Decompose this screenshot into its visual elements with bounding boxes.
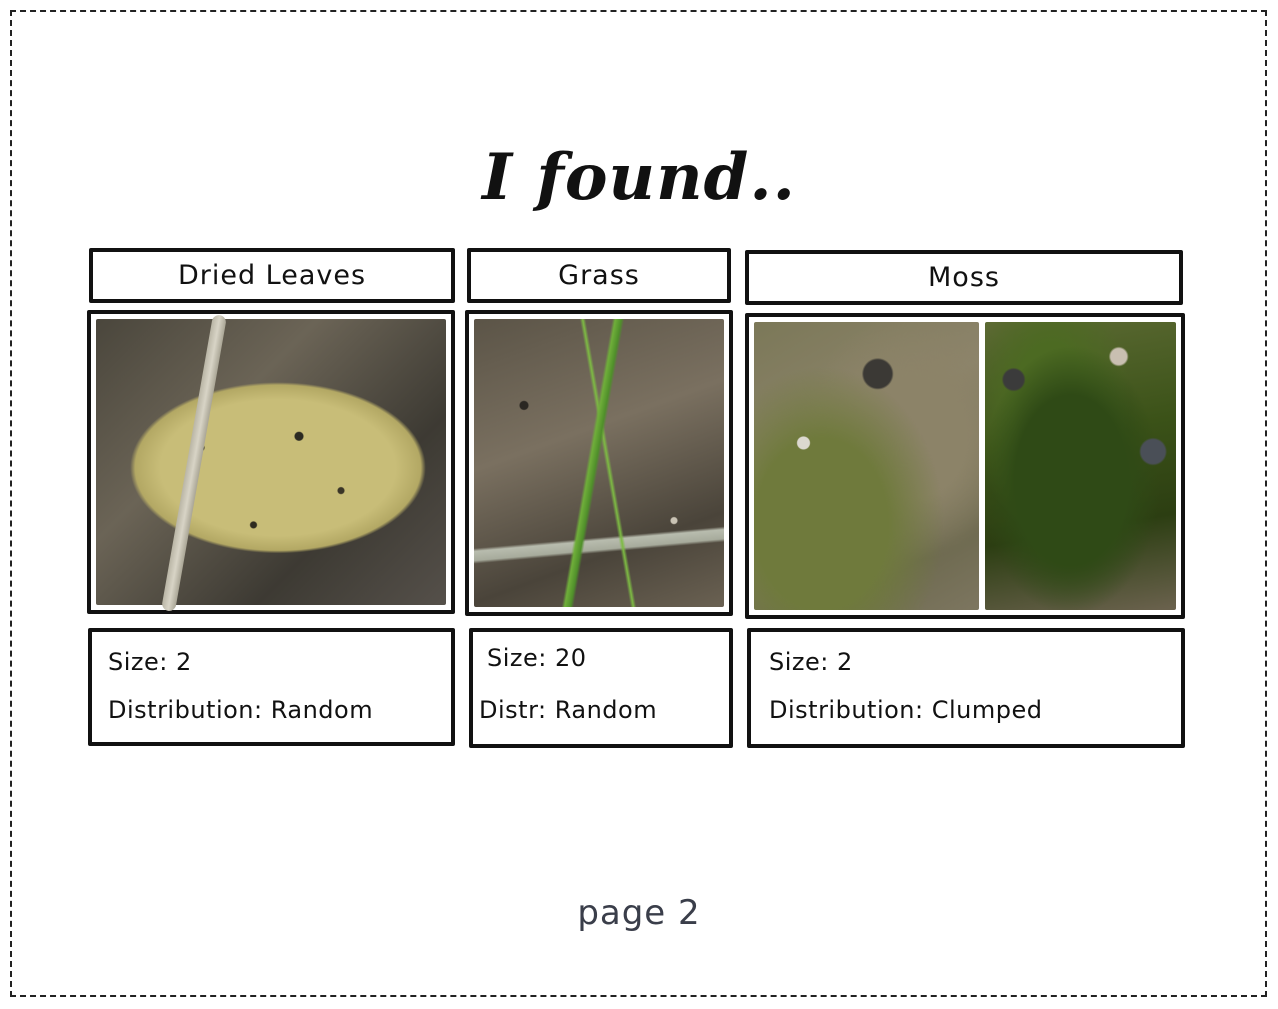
finding-photo-frame-grass bbox=[465, 310, 733, 616]
distribution-label: Distr: Random bbox=[479, 696, 658, 724]
moss-photo-left bbox=[754, 322, 980, 610]
moss-photo-right bbox=[985, 322, 1176, 610]
page-title: I found.. bbox=[482, 140, 796, 215]
finding-photo-frame-moss bbox=[745, 313, 1185, 619]
finding-info-dried-leaves: Size: 2 Distribution: Random bbox=[88, 628, 455, 746]
distribution-label: Distribution: Clumped bbox=[769, 696, 1043, 724]
size-label: Size: 20 bbox=[487, 644, 587, 672]
finding-name: Dried Leaves bbox=[177, 260, 367, 291]
grass-photo bbox=[474, 319, 724, 607]
page-number: page 2 bbox=[577, 893, 701, 933]
finding-info-grass: Size: 20 Distr: Random bbox=[469, 628, 733, 748]
size-label: Size: 2 bbox=[769, 648, 853, 676]
distribution-label: Distribution: Random bbox=[108, 696, 374, 724]
finding-name: Grass bbox=[558, 260, 640, 291]
size-label: Size: 2 bbox=[108, 648, 192, 676]
finding-info-moss: Size: 2 Distribution: Clumped bbox=[747, 628, 1185, 748]
finding-name: Moss bbox=[928, 262, 1000, 293]
finding-header-dried-leaves: Dried Leaves bbox=[89, 248, 455, 303]
finding-header-moss: Moss bbox=[745, 250, 1183, 305]
finding-header-grass: Grass bbox=[467, 248, 731, 303]
finding-photo-frame-dried-leaves bbox=[87, 310, 455, 614]
dried-leaf-photo bbox=[96, 319, 446, 605]
